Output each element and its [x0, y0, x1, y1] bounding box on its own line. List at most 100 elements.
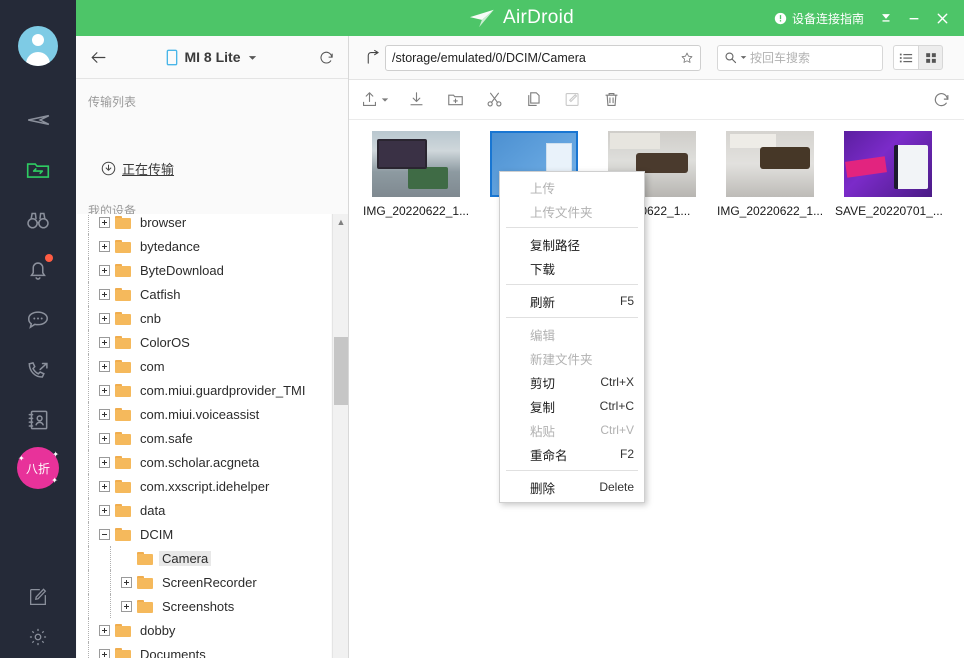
context-menu[interactable]: 上传 上传文件夹 复制路径 下载 刷新 F5 编辑 新建文件夹 剪切 Ctrl+X 复制 Ctrl+C…: [499, 171, 645, 503]
cut-button[interactable]: [479, 85, 509, 115]
tree-item[interactable]: Camera: [77, 546, 331, 570]
file-tile[interactable]: SAVE_20220701_...: [829, 129, 947, 234]
tree-toggle-plus-icon[interactable]: [99, 216, 110, 228]
rail-item-notifications[interactable]: [16, 248, 60, 292]
tree-item[interactable]: ByteDownload: [77, 258, 331, 282]
menu-item[interactable]: 下载: [500, 256, 644, 280]
airdroid-window: ✦ ✦ ✦ 八折 AirDroid 设备连接指南 MI 8 Lite 传输列表 …: [0, 0, 964, 658]
menu-item-label: 编辑: [530, 328, 556, 343]
new-folder-button[interactable]: [440, 85, 470, 115]
tree-toggle-plus-icon[interactable]: [99, 480, 110, 492]
minimize-button[interactable]: [900, 0, 928, 36]
scroll-up-arrow-icon[interactable]: ▲: [333, 214, 349, 230]
menu-item[interactable]: 删除 Delete: [500, 475, 644, 499]
rail-item-remote-view[interactable]: [16, 198, 60, 242]
rename-button[interactable]: [557, 85, 587, 115]
tree-toggle-plus-icon[interactable]: [99, 360, 110, 372]
search-input[interactable]: 按回车搜索: [750, 49, 810, 66]
refresh-files-button[interactable]: [926, 85, 956, 115]
copy-button[interactable]: [518, 85, 548, 115]
tree-item-label: DCIM: [140, 526, 174, 542]
device-refresh-button[interactable]: [304, 49, 348, 66]
transferring-item[interactable]: 正在传输: [101, 159, 174, 178]
menu-item[interactable]: 复制路径: [500, 232, 644, 256]
tree-item[interactable]: com: [77, 354, 331, 378]
tree-toggle-plus-icon[interactable]: [99, 288, 110, 300]
search-icon: [725, 52, 737, 64]
tree-item[interactable]: cnb: [77, 306, 331, 330]
transfer-list-title: 传输列表: [88, 95, 137, 109]
tree-toggle-plus-icon[interactable]: [99, 504, 110, 516]
tree-item[interactable]: Catfish: [77, 282, 331, 306]
search-box[interactable]: 按回车搜索: [717, 44, 883, 71]
tree-item[interactable]: dobby: [77, 618, 331, 642]
upload-button[interactable]: [357, 85, 392, 115]
tree-toggle-plus-icon[interactable]: [99, 648, 110, 658]
file-tile[interactable]: IMG_20220622_1...: [711, 129, 829, 234]
rail-item-files[interactable]: [16, 148, 60, 192]
delete-button[interactable]: [596, 85, 626, 115]
rail-item-send[interactable]: [16, 98, 60, 142]
device-connection-guide-button[interactable]: 设备连接指南: [766, 0, 872, 36]
grid-view-button[interactable]: [918, 45, 943, 70]
tree-item[interactable]: data: [77, 498, 331, 522]
tree-toggle-plus-icon[interactable]: [99, 336, 110, 348]
rail-item-compose[interactable]: [16, 575, 60, 619]
tree-item[interactable]: com.miui.voiceassist: [77, 402, 331, 426]
path-input[interactable]: /storage/emulated/0/DCIM/Camera: [385, 44, 701, 71]
avatar[interactable]: [18, 26, 58, 66]
menu-item[interactable]: 复制 Ctrl+C: [500, 394, 644, 418]
path-value: /storage/emulated/0/DCIM/Camera: [392, 50, 586, 65]
tree-toggle-plus-icon[interactable]: [99, 456, 110, 468]
caret-down-icon[interactable]: [740, 54, 747, 61]
tree-toggle-plus-icon[interactable]: [121, 600, 132, 612]
tree-toggle-plus-icon[interactable]: [99, 264, 110, 276]
tree-item[interactable]: DCIM: [77, 522, 331, 546]
tree-toggle-plus-icon[interactable]: [99, 408, 110, 420]
folder-icon: [115, 623, 131, 637]
rail-item-contacts[interactable]: [16, 398, 60, 442]
tree-vscroll-thumb[interactable]: [334, 337, 348, 405]
rail-item-calls[interactable]: [16, 348, 60, 392]
list-view-button[interactable]: [893, 45, 918, 70]
tree-vertical-scrollbar[interactable]: ▲ ▼: [332, 214, 348, 658]
title-bar-right: 设备连接指南: [766, 0, 956, 36]
promo-discount-badge[interactable]: ✦ ✦ ✦ 八折: [16, 446, 60, 490]
folder-tree[interactable]: browser bytedance ByteDownload Catfish cnb Co…: [77, 214, 331, 658]
rail-item-messages[interactable]: [16, 298, 60, 342]
tree-toggle-plus-icon[interactable]: [99, 624, 110, 636]
menu-item[interactable]: 剪切 Ctrl+X: [500, 370, 644, 394]
tree-toggle-minus-icon[interactable]: [99, 528, 110, 540]
tree-item[interactable]: bytedance: [77, 234, 331, 258]
back-button[interactable]: [76, 48, 120, 67]
tree-toggle-plus-icon[interactable]: [99, 432, 110, 444]
tree-item[interactable]: com.scholar.acgneta: [77, 450, 331, 474]
tree-toggle-plus-icon[interactable]: [99, 384, 110, 396]
tree-indent-guide: [77, 306, 99, 330]
file-tile[interactable]: IMG_20220622_1...: [357, 129, 475, 234]
device-selector[interactable]: MI 8 Lite: [120, 49, 304, 66]
download-button[interactable]: [401, 85, 431, 115]
menu-item[interactable]: 重命名 F2: [500, 442, 644, 466]
star-icon[interactable]: [680, 51, 694, 65]
tree-item[interactable]: Documents: [77, 642, 331, 658]
navigate-up-button[interactable]: [359, 49, 385, 66]
tree-toggle-plus-icon[interactable]: [99, 312, 110, 324]
menu-separator: [506, 284, 638, 285]
minimize-to-tray-button[interactable]: [872, 0, 900, 36]
tree-item[interactable]: browser: [77, 214, 331, 234]
tree-item[interactable]: ScreenRecorder: [77, 570, 331, 594]
menu-item-label: 新建文件夹: [530, 352, 593, 367]
tree-item[interactable]: com.xxscript.idehelper: [77, 474, 331, 498]
tree-toggle-plus-icon[interactable]: [99, 240, 110, 252]
tree-item[interactable]: com.safe: [77, 426, 331, 450]
tree-item[interactable]: Screenshots: [77, 594, 331, 618]
close-button[interactable]: [928, 0, 956, 36]
file-grid[interactable]: IMG_20220622_1...IMG_20220622_1...IMG_20…: [349, 121, 964, 658]
tree-toggle-plus-icon[interactable]: [121, 576, 132, 588]
tree-item[interactable]: ColorOS: [77, 330, 331, 354]
copy-icon: [527, 92, 540, 106]
tree-item[interactable]: com.miui.guardprovider_TMI: [77, 378, 331, 402]
menu-item[interactable]: 刷新 F5: [500, 289, 644, 313]
rail-item-settings[interactable]: [16, 615, 60, 658]
